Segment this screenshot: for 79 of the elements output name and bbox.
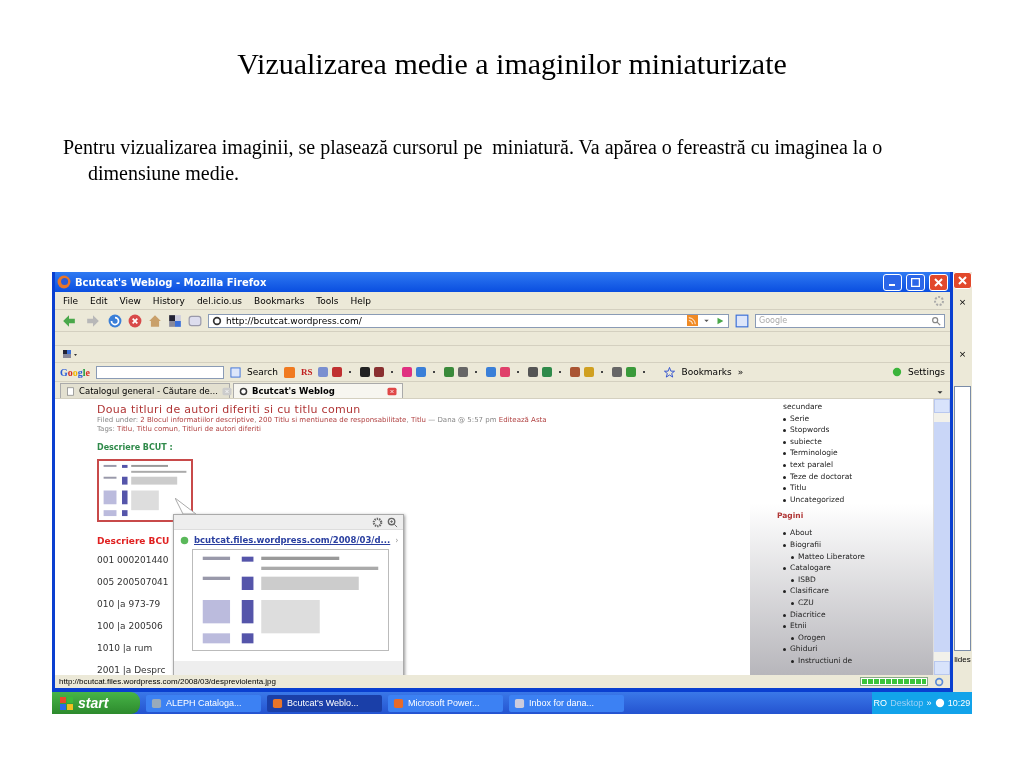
- status-text: http://bcutcat.files.wordpress.com/2008/03/despreviolenta.jpg: [59, 677, 277, 686]
- section-heading: Descriere BCU: [97, 536, 170, 546]
- taskbar-item[interactable]: ALEPH Cataloga...: [146, 694, 261, 712]
- sync-icon[interactable]: [934, 676, 946, 687]
- address-bar[interactable]: http://bcutcat.wordpress.com/: [208, 313, 729, 328]
- app-icon[interactable]: [514, 697, 525, 709]
- taskbar-item[interactable]: Inbox for dana...: [509, 694, 624, 712]
- zoom-in-icon[interactable]: [387, 516, 398, 528]
- post-title: Doua titluri de autori diferiti si cu titlu comun: [97, 403, 362, 416]
- record-line: 010 |a 973-79: [97, 599, 161, 611]
- search-engine-icon[interactable]: [230, 366, 241, 378]
- maximize-icon: [911, 277, 920, 287]
- window-title: Bcutcat's Weblog - Mozilla Firefox: [75, 276, 268, 288]
- menu-item[interactable]: Bookmarks: [251, 295, 308, 306]
- search-engine-icon[interactable]: [735, 313, 749, 328]
- search-icon[interactable]: [931, 315, 941, 326]
- close-icon: [934, 277, 943, 287]
- firefox-logo-icon[interactable]: [57, 275, 71, 289]
- wordpress-logo-icon[interactable]: [239, 386, 248, 396]
- clock: 10:29: [947, 698, 971, 708]
- tag-icon[interactable]: [188, 313, 202, 328]
- globe-icon[interactable]: [180, 535, 189, 545]
- go-icon[interactable]: [715, 315, 725, 326]
- record-line: 1010 |a rum: [97, 643, 153, 655]
- toolbar-search-field[interactable]: [96, 365, 224, 379]
- slide-title: Vizualizarea medie a imaginilor miniaturizate: [236, 46, 788, 82]
- menu-item[interactable]: del.icio.us: [193, 295, 246, 306]
- status-dot-icon[interactable]: [892, 367, 903, 377]
- record-line: 005 200507041: [97, 577, 169, 589]
- record-line: 2001 |a Desprc: [97, 665, 166, 675]
- record-line: 001 000201440: [97, 555, 169, 567]
- scrollbar[interactable]: [954, 386, 971, 651]
- close-icon[interactable]: [387, 386, 397, 396]
- more-button[interactable]: »: [737, 367, 744, 377]
- page-icon[interactable]: [66, 386, 75, 396]
- record-line: 100 |a 200506: [97, 621, 163, 633]
- image-link[interactable]: bcutcat.files.wordpress.com/2008/03/d...: [194, 535, 391, 545]
- volume-icon[interactable]: [934, 698, 945, 708]
- star-icon[interactable]: [664, 366, 676, 378]
- maximize-button[interactable]: [906, 273, 925, 291]
- close-mark[interactable]: ×: [958, 349, 967, 361]
- menu-item[interactable]: History: [149, 295, 188, 306]
- section-heading: Descriere BCUT :: [97, 443, 173, 452]
- bookmarks-button[interactable]: Bookmarks: [681, 367, 732, 377]
- rs-button[interactable]: RS: [300, 367, 313, 377]
- taskbar-item[interactable]: Bcutcat's Weblo...: [267, 694, 382, 712]
- blogger-icon[interactable]: [283, 366, 295, 378]
- arrow-mark: ›: [395, 535, 399, 545]
- menu-item[interactable]: File: [60, 295, 82, 306]
- taskbar-item[interactable]: Microsoft Power...: [388, 694, 503, 712]
- rss-icon[interactable]: [687, 315, 698, 326]
- settings-button[interactable]: Settings: [908, 367, 945, 377]
- windows-logo-icon[interactable]: [60, 696, 73, 710]
- throbber-icon[interactable]: [933, 294, 945, 307]
- wordpress-logo-icon[interactable]: [212, 315, 222, 326]
- menu-item[interactable]: Edit: [87, 295, 111, 306]
- close-button[interactable]: [929, 273, 948, 291]
- app-icon[interactable]: [272, 697, 283, 709]
- close-button[interactable]: [953, 272, 972, 289]
- menu-item[interactable]: Help: [347, 295, 375, 306]
- window-icon[interactable]: [168, 313, 182, 328]
- home-icon[interactable]: [148, 313, 162, 328]
- menu-item[interactable]: Tools: [313, 295, 342, 306]
- browser-tab[interactable]: Bcutcat's Weblog: [233, 383, 403, 398]
- gear-icon[interactable]: [372, 516, 383, 528]
- close-icon: [958, 276, 967, 285]
- minimize-button[interactable]: [883, 273, 902, 291]
- stop-icon[interactable]: [128, 313, 142, 328]
- panel-text: lides: [954, 655, 971, 664]
- app-icon[interactable]: [151, 697, 162, 709]
- menu-item[interactable]: View: [116, 295, 144, 306]
- close-mark[interactable]: ×: [958, 297, 967, 309]
- close-icon[interactable]: [221, 386, 232, 396]
- layout-icon[interactable]: [60, 348, 78, 360]
- google-logo: Google: [60, 366, 90, 378]
- browser-tab[interactable]: Catalogul general - Căutare de...: [60, 383, 230, 398]
- reload-icon[interactable]: [108, 313, 122, 328]
- search-button[interactable]: Search: [247, 367, 278, 377]
- slide-paragraph: Pentru vizualizarea imaginii, se plasează cursorul pe miniatură. Va apărea o fereastră cu imaginea la o dimensiune medie.: [63, 135, 884, 186]
